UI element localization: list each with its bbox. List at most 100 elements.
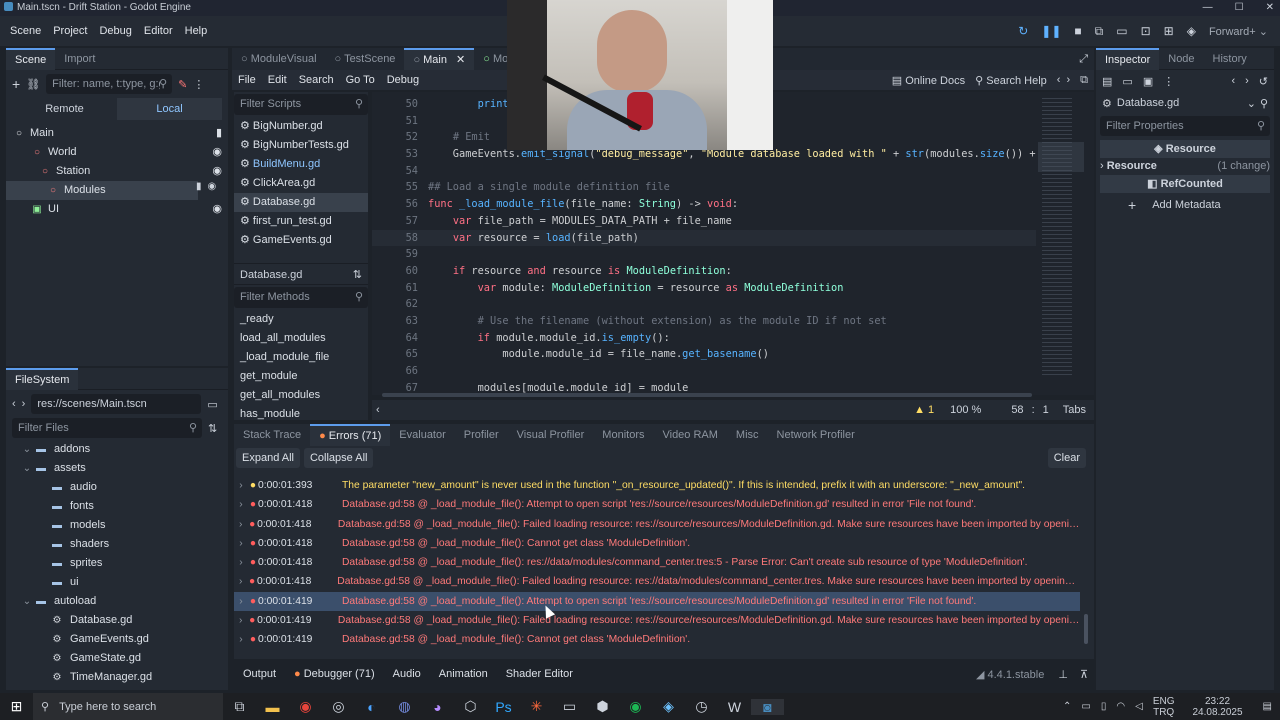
expand-panel-icon[interactable]: ⊼: [1080, 668, 1088, 681]
chevron-right-icon[interactable]: ›: [234, 515, 247, 534]
errors-scrollbar[interactable]: [1084, 614, 1088, 644]
collapse-all-button[interactable]: Collapse All: [303, 448, 374, 468]
menu-help[interactable]: Help: [179, 25, 214, 37]
tab-testscene[interactable]: ○ TestScene: [326, 48, 405, 70]
app-icon[interactable]: ✳: [520, 698, 553, 715]
warning-icon[interactable]: ▲: [914, 404, 925, 416]
play-scene-icon[interactable]: ⊡: [1141, 24, 1151, 38]
script-list-item[interactable]: ⚙ first_run_test.gd: [234, 212, 368, 231]
sort-icon[interactable]: ⇅: [353, 264, 362, 284]
task-view-icon[interactable]: ⧉: [223, 698, 256, 715]
chevron-right-icon[interactable]: ›: [234, 630, 248, 649]
error-row[interactable]: › ● 0:00:01:418 Database.gd:58 @ _load_modu…: [234, 572, 1080, 591]
tab-node[interactable]: Node: [1159, 48, 1203, 70]
folder-item[interactable]: ▬ ui: [6, 573, 228, 592]
save-icon[interactable]: ▣: [1143, 75, 1153, 88]
minimize-button[interactable]: —: [1203, 0, 1213, 16]
close-button[interactable]: ✕: [1266, 0, 1274, 16]
chevron-right-icon[interactable]: ›: [234, 495, 248, 514]
script-menu-edit[interactable]: Edit: [262, 74, 293, 86]
tab-inspector[interactable]: Inspector: [1096, 47, 1160, 70]
scene-node-world[interactable]: ○ World ◉: [6, 143, 228, 162]
code-line[interactable]: 55 ## Load a single module definition fil…: [372, 179, 1036, 196]
tab-evaluator[interactable]: Evaluator: [390, 424, 454, 446]
clock[interactable]: 23:22 24.08.2025: [1192, 696, 1242, 718]
file-item[interactable]: ⚙ Database.gd: [6, 611, 228, 630]
github-icon[interactable]: ◕: [421, 699, 454, 715]
app-icon[interactable]: ◎: [322, 698, 355, 715]
menu-project[interactable]: Project: [47, 25, 93, 37]
prev-script-icon[interactable]: ‹: [1057, 74, 1061, 86]
script-menu-goto[interactable]: Go To: [340, 74, 381, 86]
file-item[interactable]: ⚙ GameState.gd: [6, 649, 228, 668]
close-tab-icon[interactable]: ✕: [456, 54, 465, 66]
tab-audio[interactable]: Audio: [384, 663, 430, 685]
resource-section[interactable]: › Resource (1 change): [1100, 158, 1270, 175]
chevron-right-icon[interactable]: ›: [234, 553, 248, 572]
folder-item[interactable]: ▬ sprites: [6, 554, 228, 573]
tab-filesystem[interactable]: FileSystem: [6, 367, 79, 390]
method-list-item[interactable]: _ready: [234, 310, 368, 329]
script-attached-icon[interactable]: ▮: [216, 124, 222, 143]
open-folder-icon[interactable]: ▭: [1122, 75, 1132, 88]
photoshop-icon[interactable]: Ps: [487, 699, 520, 715]
indent-mode[interactable]: Tabs: [1063, 404, 1086, 416]
script-menu-file[interactable]: File: [232, 74, 262, 86]
tab-shader-editor[interactable]: Shader Editor: [497, 663, 582, 685]
error-row[interactable]: › ● 0:00:01:419 Database.gd:58 @ _load_modu…: [234, 591, 1080, 612]
tab-profiler[interactable]: Profiler: [455, 424, 508, 446]
tab-debugger[interactable]: ● Debugger (71): [285, 663, 384, 685]
search-help-button[interactable]: ⚲ Search Help: [975, 74, 1047, 87]
tab-misc[interactable]: Misc: [727, 424, 768, 446]
add-metadata-button[interactable]: + Add Metadata: [1100, 195, 1270, 215]
script-list-item[interactable]: ⚙ Database.gd: [234, 193, 368, 212]
app-icon[interactable]: ◈: [652, 698, 685, 715]
code-line[interactable]: 66: [372, 363, 1036, 380]
folder-item[interactable]: ▬ audio: [6, 478, 228, 497]
new-resource-icon[interactable]: ▤: [1102, 75, 1112, 88]
chevron-right-icon[interactable]: ›: [234, 592, 248, 611]
error-row[interactable]: › ● 0:00:01:418 Database.gd:58 @ _load_modu…: [234, 534, 1080, 553]
tab-modulevisual[interactable]: ○ ModuleVisual: [232, 48, 326, 70]
link-icon[interactable]: ⛓: [26, 78, 40, 91]
tab-animation[interactable]: Animation: [430, 663, 497, 685]
inspector-object-bar[interactable]: ⚙ Database.gd ⌄ ⚲: [1096, 92, 1274, 114]
folder-item[interactable]: ⌄ ▬ assets: [6, 459, 228, 478]
back-icon[interactable]: ‹: [12, 398, 16, 410]
movie-maker-icon[interactable]: ▭: [1116, 24, 1127, 38]
spotify-icon[interactable]: ◉: [619, 698, 652, 715]
code-line[interactable]: 54: [372, 163, 1036, 180]
folder-item[interactable]: ▬ fonts: [6, 497, 228, 516]
tab-video-ram[interactable]: Video RAM: [653, 424, 726, 446]
error-row[interactable]: › ● 0:00:01:393 The parameter "new_amount" …: [234, 476, 1080, 495]
tab-network-profiler[interactable]: Network Profiler: [768, 424, 864, 446]
code-line[interactable]: 56 func _load_module_file(file_name: Stri…: [372, 196, 1036, 213]
object-history-icon[interactable]: ↺: [1259, 75, 1268, 88]
horizontal-scrollbar[interactable]: [382, 393, 1032, 397]
chevron-right-icon[interactable]: ›: [234, 476, 248, 495]
volume-icon[interactable]: ◁: [1135, 701, 1143, 712]
distraction-free-icon[interactable]: ⤢: [1079, 48, 1088, 70]
steam-icon[interactable]: ◐: [355, 699, 388, 715]
split-view-icon[interactable]: ▭: [207, 398, 217, 411]
tab-history[interactable]: History: [1204, 48, 1256, 70]
code-line[interactable]: 62: [372, 296, 1036, 313]
toggle-scripts-icon[interactable]: ‹: [376, 404, 380, 416]
remote-debug-icon[interactable]: ⧉: [1095, 24, 1104, 39]
clear-button[interactable]: Clear: [1047, 448, 1086, 468]
sort-icon[interactable]: ⇅: [208, 422, 217, 435]
tab-errors[interactable]: ● Errors (71): [310, 424, 391, 446]
code-line[interactable]: 58 var resource = load(file_path): [372, 229, 1036, 247]
code-line[interactable]: 59: [372, 246, 1036, 263]
chrome-icon[interactable]: ◉: [289, 698, 322, 715]
next-script-icon[interactable]: ›: [1066, 74, 1070, 86]
unity-icon[interactable]: ⬡: [454, 698, 487, 715]
path-input[interactable]: res://scenes/Main.tscn: [31, 394, 202, 414]
more-icon[interactable]: ⋮: [193, 78, 204, 91]
tab-import[interactable]: Import: [55, 48, 104, 70]
visibility-eye-icon[interactable]: ◉: [212, 200, 222, 219]
zoom-level[interactable]: 100 %: [950, 404, 981, 416]
menu-editor[interactable]: Editor: [138, 25, 179, 37]
notification-icon[interactable]: ▤: [1263, 701, 1272, 712]
play-custom-icon[interactable]: ⊞: [1164, 24, 1174, 38]
